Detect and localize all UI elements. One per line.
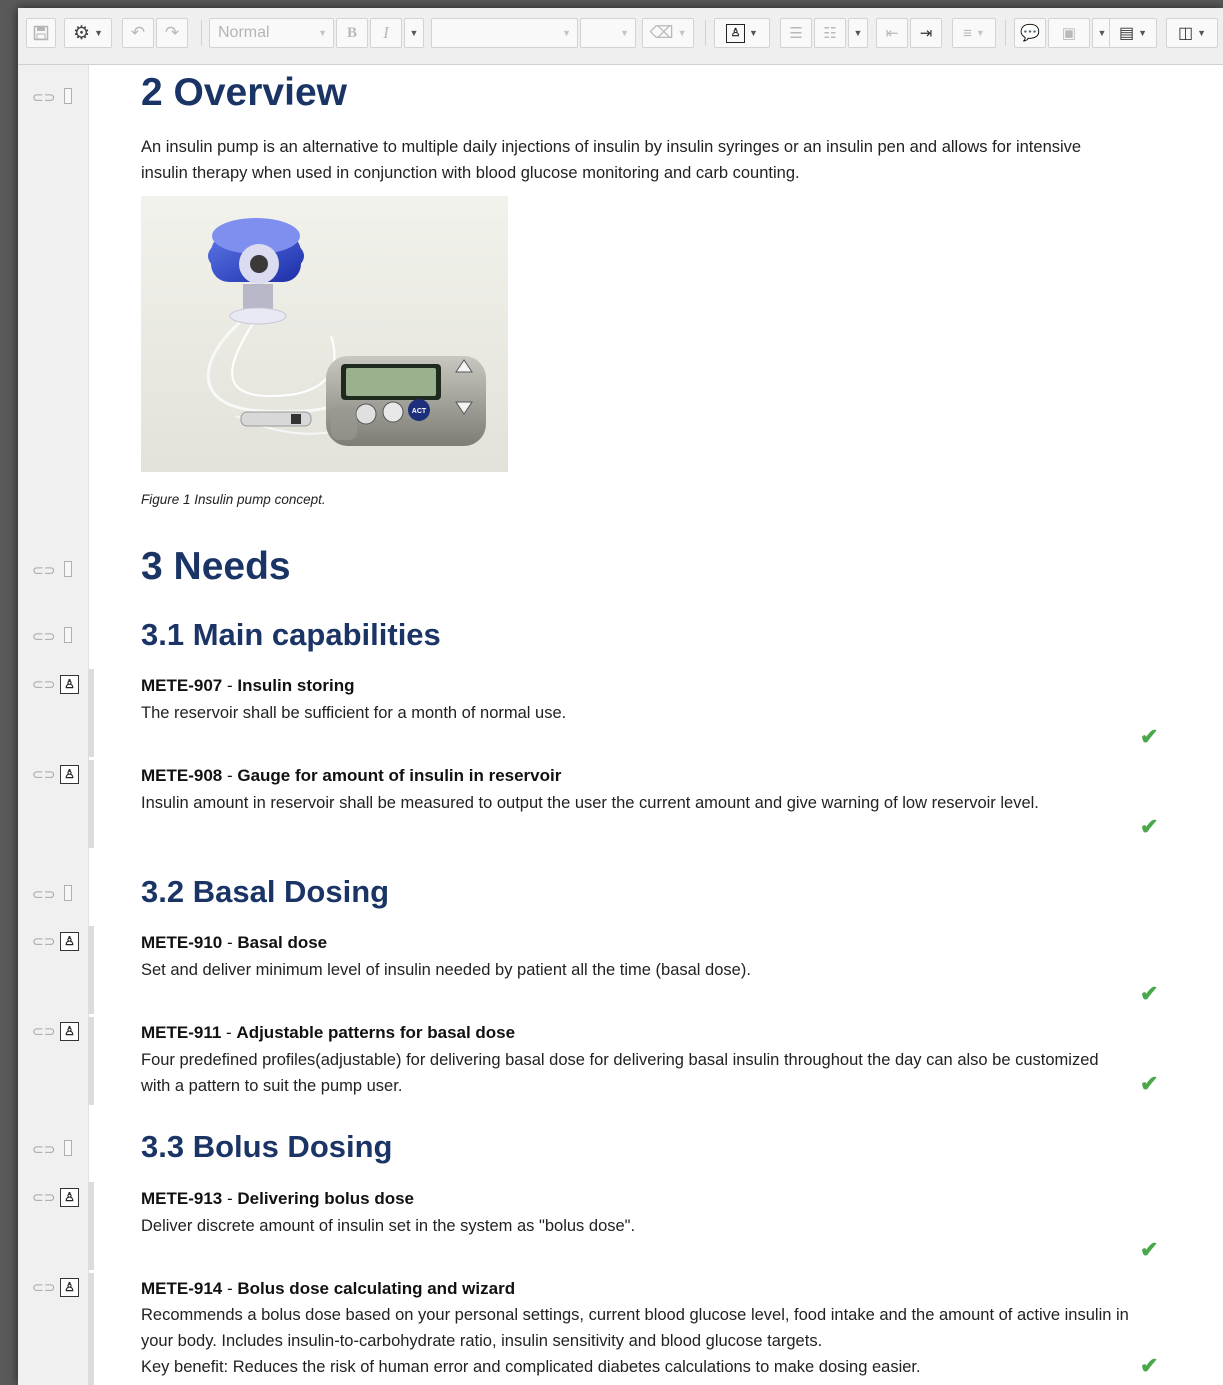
heading-basal-dosing: 3.2 Basal Dosing [141, 874, 390, 909]
requirement-title: METE-908 - Gauge for amount of insulin i… [141, 766, 561, 786]
requirement-separator: - [222, 933, 238, 952]
heading-bolus-dosing: 3.3 Bolus Dosing [141, 1129, 393, 1164]
requirement-name: Delivering bolus dose [237, 1189, 415, 1208]
heading-needs: 3 Needs [141, 545, 291, 588]
document-content[interactable]: 2 Overview An insulin pump is an alterna… [18, 8, 1223, 1385]
overview-paragraph: An insulin pump is an alternative to mul… [141, 138, 1082, 182]
heading-main-capabilities: 3.1 Main capabilities [141, 617, 441, 652]
requirement-title: METE-911 - Adjustable patterns for basal… [141, 1023, 515, 1043]
figure-caption: Figure 1 Insulin pump concept. [141, 492, 326, 507]
requirement-title: METE-910 - Basal dose [141, 933, 327, 953]
requirement-id[interactable]: METE-913 [141, 1189, 222, 1208]
requirement-separator: - [222, 1189, 238, 1208]
requirement-description: Four predefined profiles(adjustable) for… [141, 1051, 1099, 1095]
requirement-name: Adjustable patterns for basal dose [236, 1023, 516, 1042]
requirement-name: Basal dose [237, 933, 328, 952]
requirement-separator: - [222, 766, 238, 785]
insulin-pump-image: ACT [141, 196, 508, 472]
requirement-separator: - [222, 676, 238, 695]
checkmark-icon: ✔ [1140, 1237, 1159, 1262]
requirement-title: METE-913 - Delivering bolus dose [141, 1189, 414, 1209]
requirement-id[interactable]: METE-910 [141, 933, 222, 952]
checkmark-icon: ✔ [1140, 814, 1159, 839]
requirement-separator: - [222, 1279, 238, 1298]
requirement-separator: - [221, 1023, 237, 1042]
requirement-name: Gauge for amount of insulin in reservoir [237, 766, 562, 785]
checkmark-icon: ✔ [1140, 981, 1159, 1006]
requirement-id[interactable]: METE-911 [141, 1023, 221, 1042]
editor-window: ⚙ ▼ ↶ ↷ Normal ▼ B I ▼ ▼ ▼ ⌫ ▼ ♙ ▼ ☰ ☷ ▼… [18, 8, 1223, 1385]
checkmark-icon: ✔ [1140, 1353, 1159, 1378]
requirement-id[interactable]: METE-908 [141, 766, 222, 785]
pump-act-button-label: ACT [412, 408, 427, 415]
requirement-id[interactable]: METE-914 [141, 1279, 222, 1298]
requirement-title: METE-907 - Insulin storing [141, 676, 354, 696]
requirement-description: The reservoir shall be sufficient for a … [141, 704, 567, 722]
requirement-description: Key benefit: Reduces the risk of human e… [141, 1358, 921, 1376]
requirement-description: Deliver discrete amount of insulin set i… [141, 1217, 636, 1235]
requirement-title: METE-914 - Bolus dose calculating and wi… [141, 1279, 515, 1299]
requirement-id[interactable]: METE-907 [141, 676, 222, 695]
insulin-pump-figure: ACT [141, 196, 508, 472]
heading-overview: 2 Overview [141, 71, 347, 114]
checkmark-icon: ✔ [1140, 724, 1159, 749]
requirement-description: Set and deliver minimum level of insulin… [141, 961, 751, 979]
requirement-name: Bolus dose calculating and wizard [237, 1279, 516, 1298]
requirement-name: Insulin storing [237, 676, 355, 695]
requirement-description: Insulin amount in reservoir shall be mea… [141, 794, 1039, 812]
requirement-description: Recommends a bolus dose based on your pe… [141, 1306, 1129, 1350]
checkmark-icon: ✔ [1140, 1071, 1159, 1096]
